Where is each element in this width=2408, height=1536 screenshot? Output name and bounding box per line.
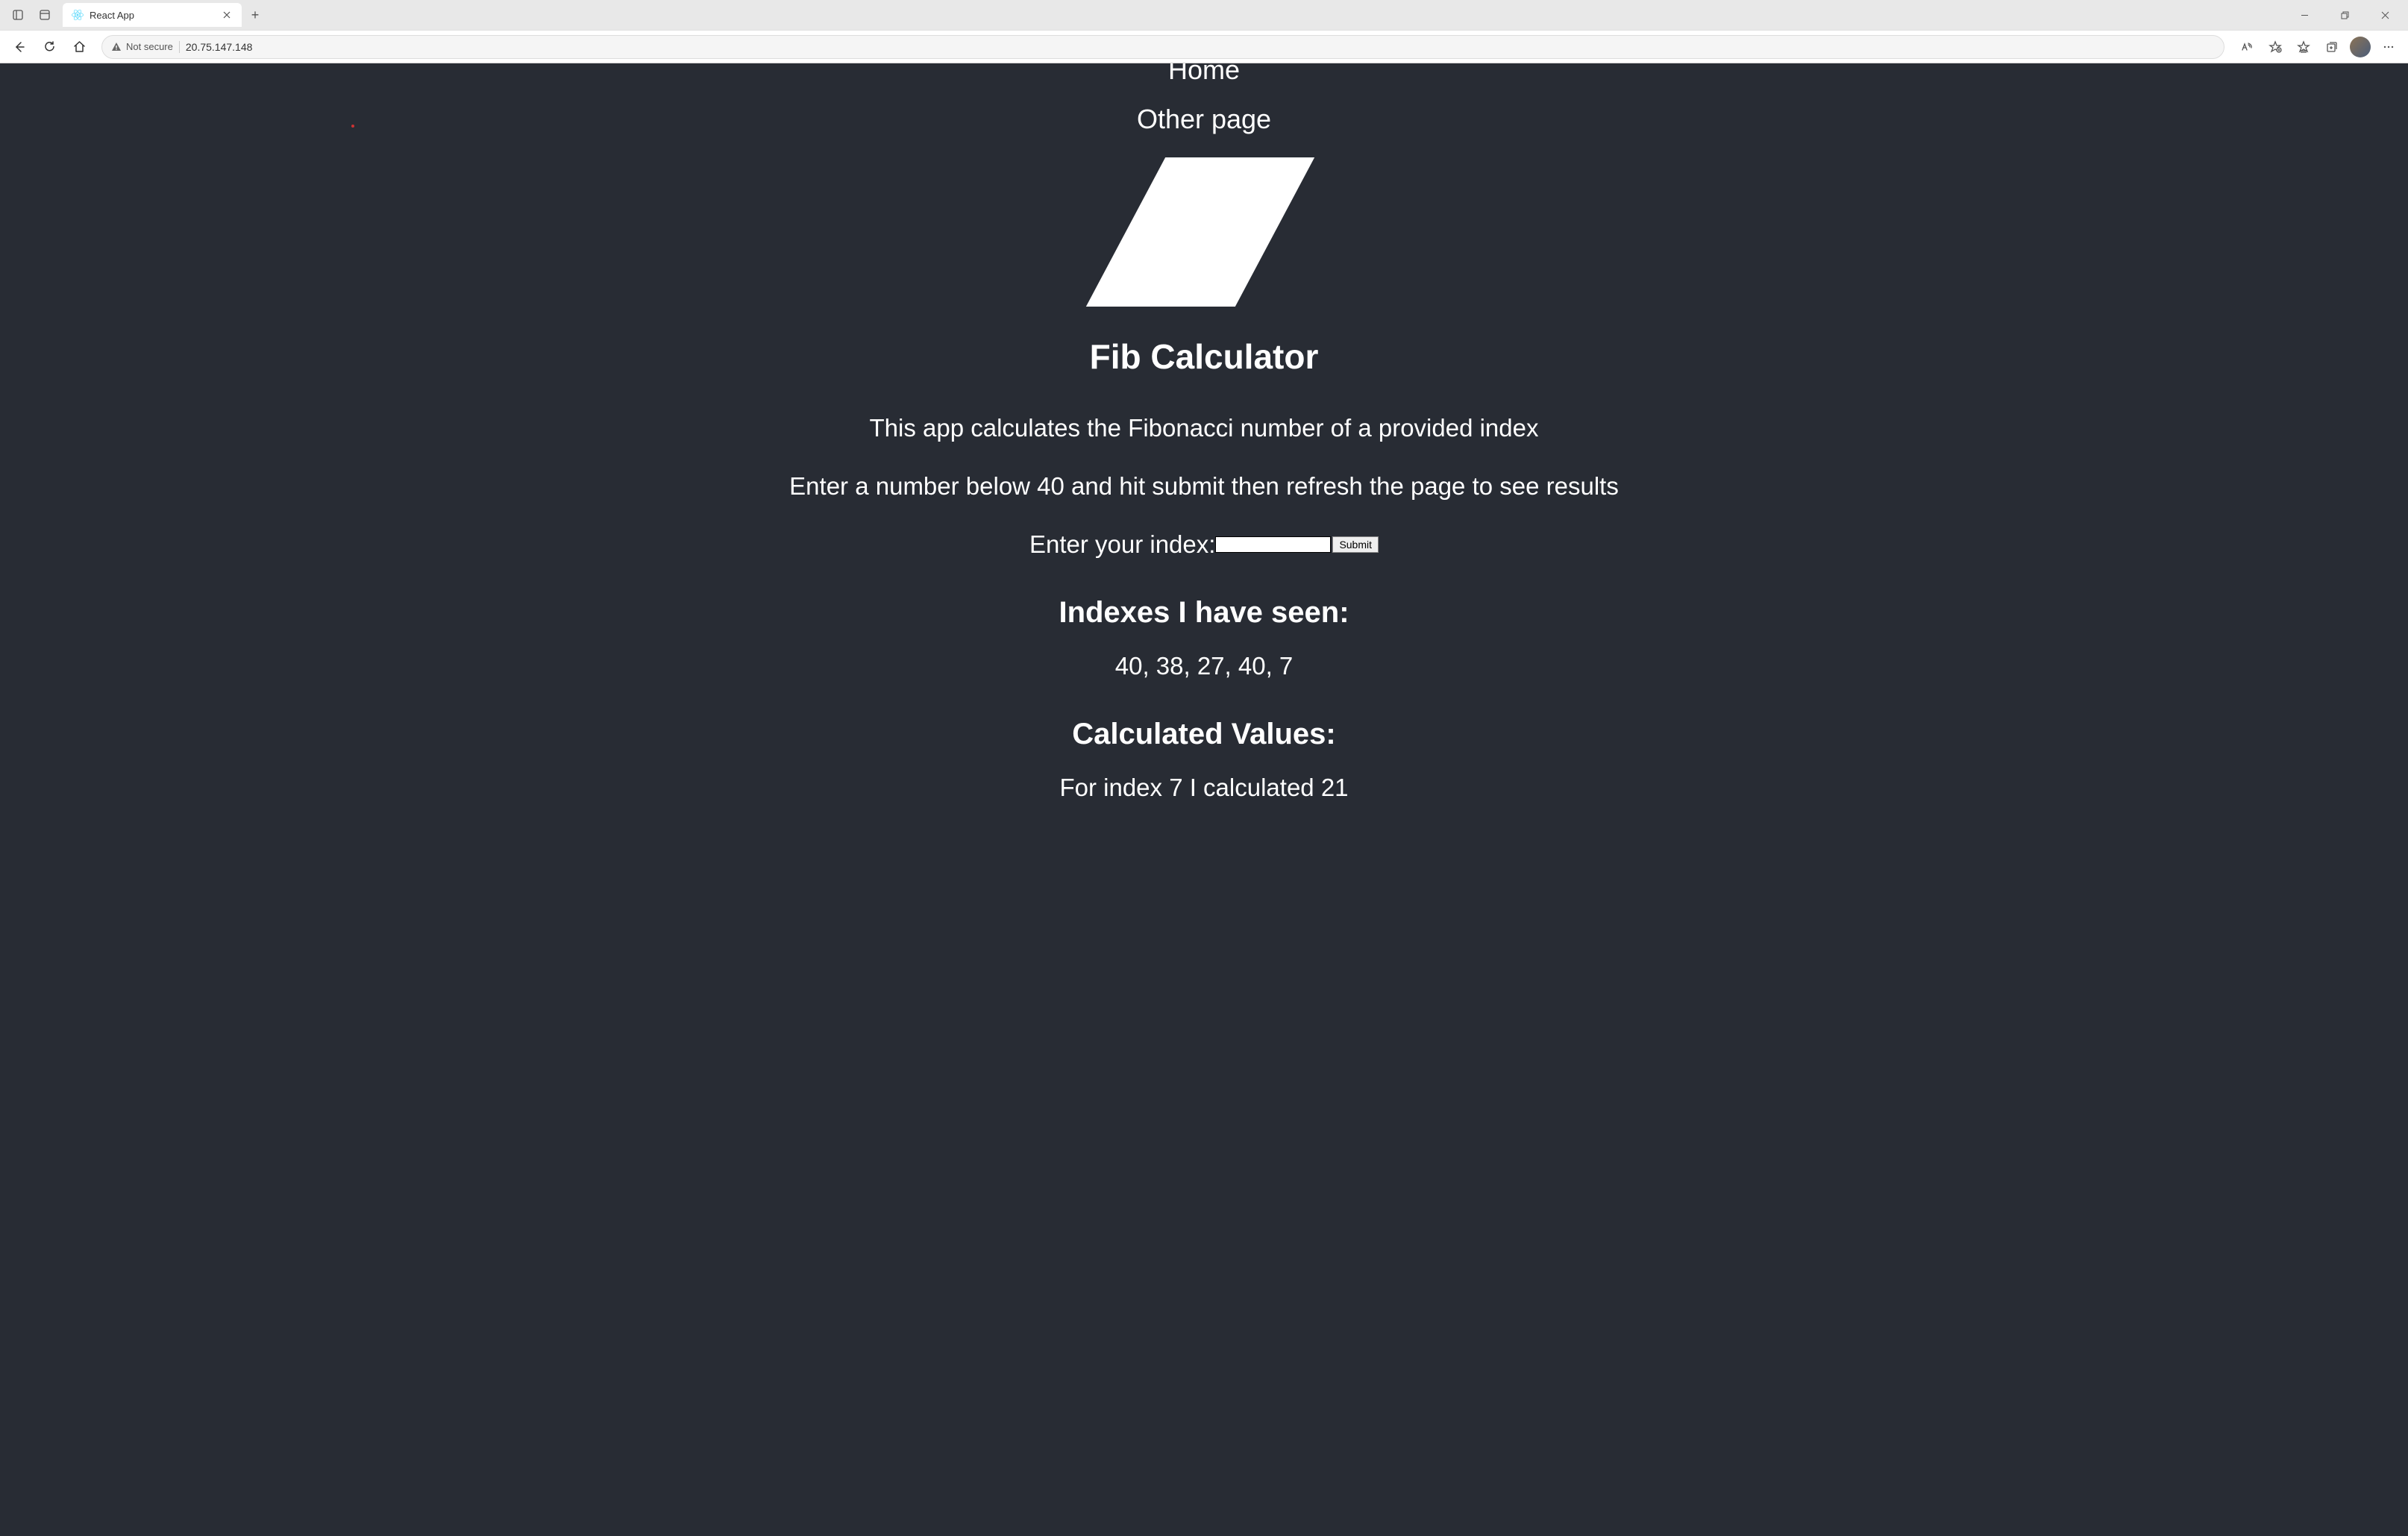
tab-bar: React App + (0, 0, 2408, 30)
browser-tab[interactable]: React App (63, 3, 242, 27)
index-input[interactable] (1215, 536, 1331, 553)
browser-toolbar: Not secure 20.75.147.148 (0, 30, 2408, 63)
read-aloud-icon[interactable] (2233, 34, 2260, 60)
form-row: Enter your index: Submit (0, 530, 2408, 559)
calculated-value: For index 7 I calculated 21 (0, 774, 2408, 802)
favorites-icon[interactable] (2290, 34, 2317, 60)
tab-manager-icon[interactable] (33, 3, 57, 27)
close-window-button[interactable] (2368, 3, 2402, 27)
browser-chrome: React App + (0, 0, 2408, 63)
nav-list: Home Other page (0, 63, 2408, 135)
maximize-button[interactable] (2327, 3, 2362, 27)
window-controls (2287, 3, 2402, 27)
home-button[interactable] (66, 34, 93, 60)
tab-actions-icon[interactable] (6, 3, 30, 27)
page-instructions: Enter a number below 40 and hit submit t… (0, 472, 2408, 501)
collections-icon[interactable] (2318, 34, 2345, 60)
page-content: Home Other page Fib Calculator This app … (0, 63, 2408, 1536)
indexes-heading: Indexes I have seen: (0, 596, 2408, 630)
menu-icon[interactable] (2375, 34, 2402, 60)
security-badge[interactable]: Not secure (111, 41, 173, 52)
nav-item-other[interactable]: Other page (0, 104, 2408, 135)
logo-container (0, 157, 2408, 307)
minimize-button[interactable] (2287, 3, 2321, 27)
close-tab-icon[interactable] (221, 9, 233, 21)
calculated-heading: Calculated Values: (0, 718, 2408, 751)
address-bar[interactable]: Not secure 20.75.147.148 (101, 35, 2224, 59)
react-favicon-icon (72, 9, 84, 21)
refresh-button[interactable] (36, 34, 63, 60)
star-favorite-icon[interactable] (2262, 34, 2289, 60)
tab-title: React App (90, 10, 215, 21)
address-divider (179, 41, 180, 53)
warning-icon (111, 42, 122, 52)
security-label: Not secure (126, 41, 173, 52)
nav-item-home[interactable]: Home (0, 63, 2408, 86)
toolbar-right (2233, 34, 2402, 60)
submit-button[interactable]: Submit (1332, 536, 1379, 553)
nav-link-home: Home (1168, 63, 1240, 85)
new-tab-button[interactable]: + (245, 4, 266, 25)
profile-avatar[interactable] (2350, 37, 2371, 57)
indexes-list: 40, 38, 27, 40, 7 (0, 652, 2408, 680)
page-description: This app calculates the Fibonacci number… (0, 414, 2408, 442)
page-title: Fib Calculator (0, 336, 2408, 377)
red-dot-indicator (351, 125, 354, 128)
back-button[interactable] (6, 34, 33, 60)
nav-link-other: Other page (1137, 104, 1271, 134)
logo-parallelogram (1086, 157, 1314, 307)
url-text: 20.75.147.148 (186, 41, 253, 53)
input-label: Enter your index: (1029, 530, 1215, 559)
